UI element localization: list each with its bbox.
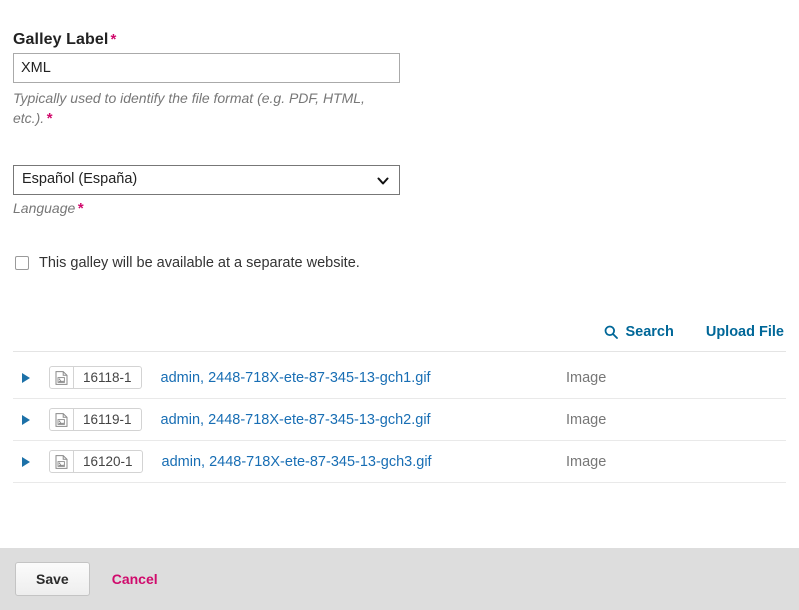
remote-galley-checkbox[interactable] [15,256,29,270]
toolbar-divider [13,351,786,352]
search-button[interactable]: Search [604,324,674,340]
galley-label-hint: Typically used to identify the file form… [13,88,373,129]
file-id-badge: 16119-1 [49,408,142,431]
cancel-button[interactable]: Cancel [112,571,158,587]
form-footer: Save Cancel [0,548,799,610]
table-row: 16120-1 admin, 2448-718X-ete-87-345-13-gc… [13,441,786,483]
file-id-badge: 16118-1 [49,366,142,389]
image-file-icon [50,367,74,388]
galley-label-label: Galley Label * [13,31,116,49]
image-file-icon [50,409,74,430]
save-button[interactable]: Save [15,562,90,596]
language-required-asterisk: * [77,200,84,217]
triangle-right-icon[interactable] [13,456,35,467]
galley-label-hint-text: Typically used to identify the file form… [13,90,365,126]
upload-file-button[interactable]: Upload File [706,324,784,340]
file-id: 16119-1 [83,412,132,427]
chevron-down-icon [377,175,389,187]
file-id: 16118-1 [83,370,132,385]
hint-required-asterisk: * [46,110,52,127]
file-name-link[interactable]: admin, 2448-718X-ete-87-345-13-gch3.gif [162,454,432,470]
image-file-icon [50,451,74,472]
galley-label-input[interactable] [13,53,400,83]
file-name-link[interactable]: admin, 2448-718X-ete-87-345-13-gch2.gif [161,412,431,428]
triangle-right-icon[interactable] [13,414,35,425]
galley-label-text: Galley Label [13,31,109,48]
file-id-badge: 16120-1 [49,450,143,473]
file-type: Image [566,369,607,386]
file-type: Image [566,411,607,428]
remote-galley-row[interactable]: This galley will be available at a separ… [15,255,360,271]
galley-form-content: Galley Label* Typically used to identify… [0,0,799,548]
file-id: 16120-1 [83,454,133,469]
language-label: Language * [13,200,83,217]
upload-file-label: Upload File [705,324,784,340]
language-label-text: Language [13,200,76,216]
file-type: Image [566,453,607,470]
language-select[interactable]: Español (España) [13,165,400,195]
table-row: 16118-1 admin, 2448-718X-ete-87-345-13-gc… [13,357,786,399]
language-select-value: Español (España) [22,171,138,187]
file-toolbar: Search Upload File [604,324,784,340]
file-list: 16118-1 admin, 2448-718X-ete-87-345-13-gc… [0,357,799,483]
required-asterisk: * [110,31,117,48]
remote-galley-label: This galley will be available at a separ… [39,255,360,271]
file-name-link[interactable]: admin, 2448-718X-ete-87-345-13-gch1.gif [161,370,431,386]
search-button-label: Search [625,324,674,340]
search-icon [604,325,619,339]
table-row: 16119-1 admin, 2448-718X-ete-87-345-13-gc… [13,399,786,441]
triangle-right-icon[interactable] [13,372,35,383]
